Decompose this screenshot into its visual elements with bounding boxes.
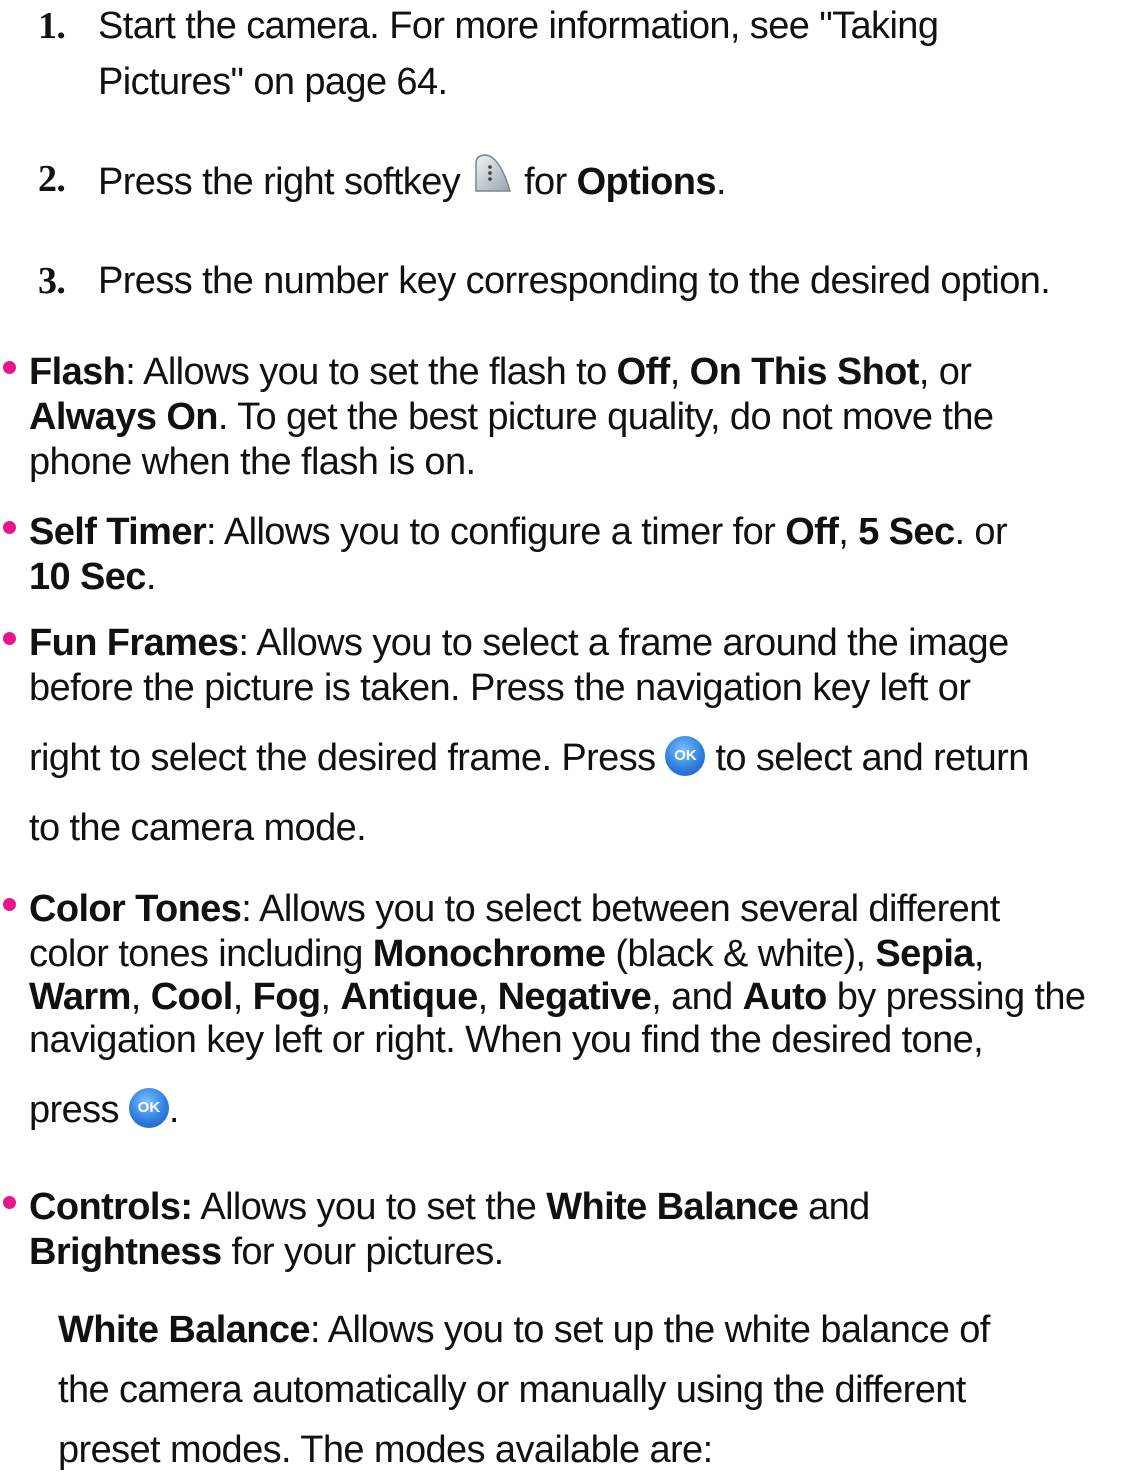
bullet-text: , and	[651, 976, 743, 1018]
step-text-part: Press the right softkey	[98, 161, 461, 204]
bullet-line: color tones including Monochrome (black …	[29, 932, 984, 976]
right-softkey-icon	[470, 151, 514, 205]
step-text: Start the camera. For more information, …	[98, 5, 939, 47]
bullet-text: : Allows you to configure a timer for	[206, 511, 786, 553]
step-text: Pictures" on page 64.	[98, 61, 448, 103]
option-on-this-shot: On This Shot	[689, 351, 920, 393]
step-number: 1.	[38, 5, 66, 47]
bullet-line: Brightness for your pictures.	[29, 1230, 504, 1274]
options-label: Options	[576, 161, 717, 204]
sub-text: : Allows you to set up the white balance…	[309, 1309, 990, 1351]
step-text: Press the right softkey for Options.	[98, 154, 727, 211]
bullet-text: .	[145, 556, 157, 598]
bullet-line: Flash: Allows you to set the flash to Of…	[29, 350, 972, 394]
bullet-dot	[3, 1196, 16, 1209]
bullet-title: Color Tones	[29, 888, 242, 930]
step-text: Press the number key corresponding to th…	[98, 260, 1051, 302]
bullet-title: Fun Frames	[29, 622, 239, 664]
tone-negative: Negative	[497, 976, 652, 1018]
bullet-text: : Allows you to select between several d…	[241, 888, 1000, 930]
bullet-dot	[3, 632, 16, 645]
bullet-line: right to select the desired frame. Press…	[29, 735, 1029, 780]
tone-antique: Antique	[340, 976, 478, 1018]
bullet-line: 10 Sec.	[29, 555, 156, 599]
sub-line: preset modes. The modes available are:	[58, 1429, 713, 1471]
bullet-text: color tones including	[29, 933, 373, 975]
bullet-text: , or	[918, 351, 972, 393]
tone-sepia: Sepia	[875, 933, 974, 975]
tone-monochrome: Monochrome	[372, 933, 606, 975]
bullet-line: Always On. To get the best picture quali…	[29, 395, 994, 439]
bullet-line: before the picture is taken. Press the n…	[29, 667, 971, 709]
bullet-text: ,	[232, 976, 253, 1018]
bullet-line: phone when the flash is on.	[29, 441, 476, 483]
bullet-dot	[3, 521, 16, 534]
bullet-line: Self Timer: Allows you to configure a ti…	[29, 510, 1008, 554]
bullet-text: ,	[320, 976, 341, 1018]
option-always-on: Always On	[29, 396, 218, 438]
bullet-text: ,	[669, 351, 690, 393]
bullet-text: . To get the best picture quality, do no…	[217, 396, 994, 438]
bullet-text: ,	[130, 976, 151, 1018]
bullet-text: ,	[838, 511, 859, 553]
option-off: Off	[616, 351, 671, 393]
step-number: 2.	[38, 158, 66, 200]
bullet-dot	[3, 898, 16, 911]
ok-key-icon: OK	[128, 1087, 169, 1128]
step-text-part: .	[715, 161, 727, 204]
sub-line: White Balance: Allows you to set up the …	[58, 1308, 990, 1352]
bullet-line: Controls: Allows you to set the White Ba…	[29, 1185, 870, 1229]
tone-auto: Auto	[742, 976, 828, 1018]
tone-warm: Warm	[29, 976, 131, 1018]
bullet-text: to select and return	[715, 737, 1029, 779]
bullet-text: by pressing the	[826, 976, 1086, 1018]
bullet-text: .	[168, 1089, 180, 1131]
bullet-line: Color Tones: Allows you to select betwee…	[29, 887, 1000, 931]
bullet-text: ,	[477, 976, 498, 1018]
control-brightness: Brightness	[29, 1231, 222, 1273]
tone-cool: Cool	[150, 976, 234, 1018]
option-off: Off	[785, 511, 839, 553]
tone-fog: Fog	[252, 976, 321, 1018]
sub-line: the camera automatically or manually usi…	[58, 1369, 966, 1411]
bullet-title: Self Timer	[29, 511, 207, 553]
option-10-sec: 10 Sec	[29, 556, 146, 598]
bullet-text: . or	[954, 511, 1008, 553]
bullet-text: and	[798, 1186, 870, 1228]
bullet-text: right to select the desired frame. Press	[29, 737, 656, 779]
bullet-text: Allows you to set the	[192, 1186, 547, 1228]
bullet-line: press OK.	[29, 1087, 180, 1132]
sub-title: White Balance	[58, 1309, 311, 1351]
bullet-text: : Allows you to set the flash to	[125, 351, 617, 393]
step-text-part: for	[524, 161, 567, 204]
bullet-text: for your pictures.	[221, 1231, 504, 1273]
step-number: 3.	[38, 260, 66, 302]
ok-key-icon: OK	[665, 735, 706, 776]
bullet-line: Fun Frames: Allows you to select a frame…	[29, 621, 1009, 665]
bullet-text: ,	[973, 933, 985, 975]
manual-page: 1. Start the camera. For more informatio…	[0, 0, 1126, 1479]
bullet-text: press	[29, 1089, 120, 1131]
bullet-title: Flash	[29, 351, 126, 393]
bullet-text: (black & white),	[605, 933, 876, 975]
bullet-dot	[3, 361, 16, 374]
bullet-text: : Allows you to select a frame around th…	[238, 622, 1009, 664]
bullet-title: Controls:	[29, 1186, 193, 1228]
bullet-line: navigation key left or right. When you f…	[29, 1019, 984, 1061]
bullet-line: to the camera mode.	[29, 807, 367, 849]
option-5-sec: 5 Sec	[858, 511, 955, 553]
bullet-line: Warm, Cool, Fog, Antique, Negative, and …	[29, 975, 1086, 1019]
control-white-balance: White Balance	[546, 1186, 799, 1228]
